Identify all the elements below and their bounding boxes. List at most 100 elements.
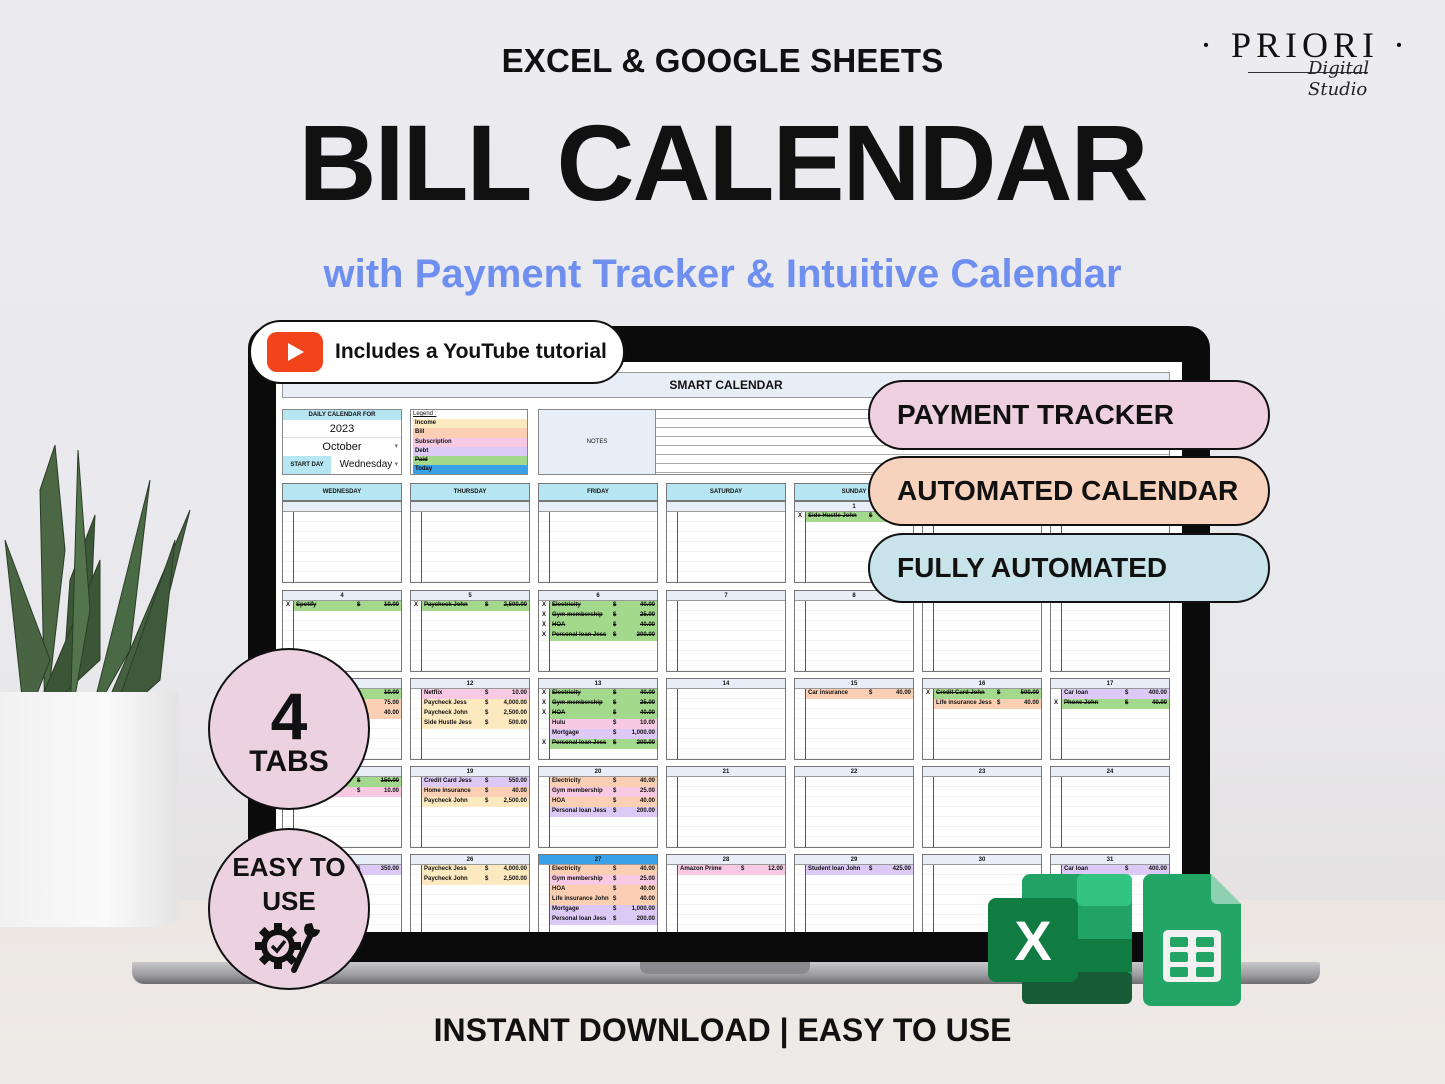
- paid-checkbox[interactable]: [539, 875, 549, 885]
- paid-checkbox[interactable]: [539, 719, 549, 729]
- bill-entry[interactable]: X Spotify $10.00: [283, 601, 401, 611]
- bill-entry[interactable]: X HOA $40.00: [539, 709, 657, 719]
- calendar-day[interactable]: 28 Amazon Prime $12.00: [666, 854, 786, 932]
- bill-entry[interactable]: Paycheck John $2,500.00: [411, 797, 529, 807]
- paid-checkbox[interactable]: [923, 699, 933, 709]
- paid-checkbox[interactable]: [539, 787, 549, 797]
- paid-checkbox[interactable]: X: [539, 739, 549, 749]
- bill-entry[interactable]: X Phone John $40.00: [1051, 699, 1169, 709]
- paid-checkbox[interactable]: [411, 787, 421, 797]
- paid-checkbox[interactable]: [1051, 689, 1061, 699]
- calendar-day[interactable]: [410, 501, 530, 583]
- paid-checkbox[interactable]: [411, 719, 421, 729]
- paid-checkbox[interactable]: X: [411, 601, 421, 611]
- bill-entry[interactable]: HOA $40.00: [539, 797, 657, 807]
- bill-entry[interactable]: Home insurance $40.00: [411, 787, 529, 797]
- bill-entry[interactable]: X HOA $40.00: [539, 621, 657, 631]
- paid-checkbox[interactable]: [539, 895, 549, 905]
- bill-entry[interactable]: Netflix $10.00: [411, 689, 529, 699]
- bill-entry[interactable]: X Personal loan Jess $200.00: [539, 631, 657, 641]
- calendar-day[interactable]: 15 Car insurance $40.00: [794, 678, 914, 760]
- calendar-day[interactable]: 23: [922, 766, 1042, 848]
- paid-checkbox[interactable]: [411, 777, 421, 787]
- calendar-day[interactable]: 26 Paycheck Jess $4,000.00 Paycheck John $2,…: [410, 854, 530, 932]
- calendar-day[interactable]: [282, 501, 402, 583]
- paid-checkbox[interactable]: [539, 729, 549, 739]
- bill-entry[interactable]: Electricity $40.00: [539, 865, 657, 875]
- bill-entry[interactable]: Credit Card Jess $550.00: [411, 777, 529, 787]
- calendar-day[interactable]: 7: [666, 590, 786, 672]
- bill-entry[interactable]: X Personal loan Jess $200.00: [539, 739, 657, 749]
- calendar-day[interactable]: 6 X Electricity $40.00 X Gym membership $25.00…: [538, 590, 658, 672]
- bill-entry[interactable]: X Paycheck John $2,500.00: [411, 601, 529, 611]
- bill-entry[interactable]: HOA $40.00: [539, 885, 657, 895]
- paid-checkbox[interactable]: [539, 807, 549, 817]
- bill-entry[interactable]: Electricity $40.00: [539, 777, 657, 787]
- paid-checkbox[interactable]: [539, 885, 549, 895]
- bill-entry[interactable]: X Gym membership $25.00: [539, 611, 657, 621]
- start-day-select[interactable]: Wednesday ▾: [331, 456, 401, 474]
- paid-checkbox[interactable]: [539, 865, 549, 875]
- calendar-day[interactable]: 5 X Paycheck John $2,500.00: [410, 590, 530, 672]
- calendar-day[interactable]: [666, 501, 786, 583]
- paid-checkbox[interactable]: X: [539, 611, 549, 621]
- calendar-day[interactable]: 14: [666, 678, 786, 760]
- paid-checkbox[interactable]: X: [795, 512, 805, 522]
- paid-checkbox[interactable]: X: [539, 621, 549, 631]
- calendar-day[interactable]: [538, 501, 658, 583]
- paid-checkbox[interactable]: [411, 689, 421, 699]
- paid-checkbox[interactable]: X: [1051, 699, 1061, 709]
- bill-entry[interactable]: Paycheck John $2,500.00: [411, 875, 529, 885]
- year-field[interactable]: 2023: [283, 420, 401, 438]
- month-select[interactable]: October ▾: [283, 438, 401, 456]
- bill-entry[interactable]: X Gym membership $25.00: [539, 699, 657, 709]
- paid-checkbox[interactable]: [411, 875, 421, 885]
- bill-entry[interactable]: X Credit Card John $500.00: [923, 689, 1041, 699]
- calendar-day[interactable]: 13 X Electricity $40.00 X Gym membership $25.0…: [538, 678, 658, 760]
- paid-checkbox[interactable]: [411, 797, 421, 807]
- calendar-day[interactable]: 17 Car loan $400.00 X Phone John $40.00: [1050, 678, 1170, 760]
- chevron-down-icon[interactable]: ▾: [394, 456, 398, 474]
- bill-entry[interactable]: Side Hustle Jess $500.00: [411, 719, 529, 729]
- paid-checkbox[interactable]: X: [283, 601, 293, 611]
- bill-entry[interactable]: Hulu $10.00: [539, 719, 657, 729]
- calendar-day[interactable]: 20 Electricity $40.00 Gym membership $25.00 H…: [538, 766, 658, 848]
- paid-checkbox[interactable]: [539, 905, 549, 915]
- paid-checkbox[interactable]: X: [539, 709, 549, 719]
- bill-entry[interactable]: Life insurance Jess $40.00: [923, 699, 1041, 709]
- chevron-down-icon[interactable]: ▾: [394, 438, 398, 456]
- bill-entry[interactable]: Student loan John $425.00: [795, 865, 913, 875]
- paid-checkbox[interactable]: X: [923, 689, 933, 699]
- bill-entry[interactable]: Mortgage $1,000.00: [539, 729, 657, 739]
- paid-checkbox[interactable]: [795, 689, 805, 699]
- bill-entry[interactable]: Personal loan Jess $200.00: [539, 807, 657, 817]
- bill-entry[interactable]: Personal loan Jess $200.00: [539, 915, 657, 925]
- bill-entry[interactable]: Mortgage $1,000.00: [539, 905, 657, 915]
- bill-entry[interactable]: Paycheck John $2,500.00: [411, 709, 529, 719]
- bill-entry[interactable]: Gym membership $25.00: [539, 875, 657, 885]
- paid-checkbox[interactable]: [411, 709, 421, 719]
- bill-entry[interactable]: Gym membership $25.00: [539, 787, 657, 797]
- paid-checkbox[interactable]: X: [539, 631, 549, 641]
- paid-checkbox[interactable]: [667, 865, 677, 875]
- calendar-day[interactable]: 12 Netflix $10.00 Paycheck Jess $4,000.00 Pay…: [410, 678, 530, 760]
- paid-checkbox[interactable]: [411, 865, 421, 875]
- paid-checkbox[interactable]: [539, 777, 549, 787]
- calendar-day[interactable]: 19 Credit Card Jess $550.00 Home insurance $…: [410, 766, 530, 848]
- bill-entry[interactable]: X Electricity $40.00: [539, 601, 657, 611]
- calendar-day[interactable]: 16 X Credit Card John $500.00 Life insurance…: [922, 678, 1042, 760]
- bill-entry[interactable]: Life insurance John $40.00: [539, 895, 657, 905]
- paid-checkbox[interactable]: X: [539, 689, 549, 699]
- calendar-day[interactable]: 29 Student loan John $425.00: [794, 854, 914, 932]
- calendar-day[interactable]: 24: [1050, 766, 1170, 848]
- bill-entry[interactable]: X Electricity $40.00: [539, 689, 657, 699]
- bill-entry[interactable]: Paycheck Jess $4,000.00: [411, 699, 529, 709]
- calendar-day[interactable]: 22: [794, 766, 914, 848]
- bill-entry[interactable]: Car insurance $40.00: [795, 689, 913, 699]
- calendar-day[interactable]: 21: [666, 766, 786, 848]
- bill-entry[interactable]: Amazon Prime $12.00: [667, 865, 785, 875]
- bill-entry[interactable]: Car loan $400.00: [1051, 689, 1169, 699]
- paid-checkbox[interactable]: [539, 915, 549, 925]
- calendar-day[interactable]: 27 Electricity $40.00 Gym membership $25.00 H…: [538, 854, 658, 932]
- paid-checkbox[interactable]: [795, 865, 805, 875]
